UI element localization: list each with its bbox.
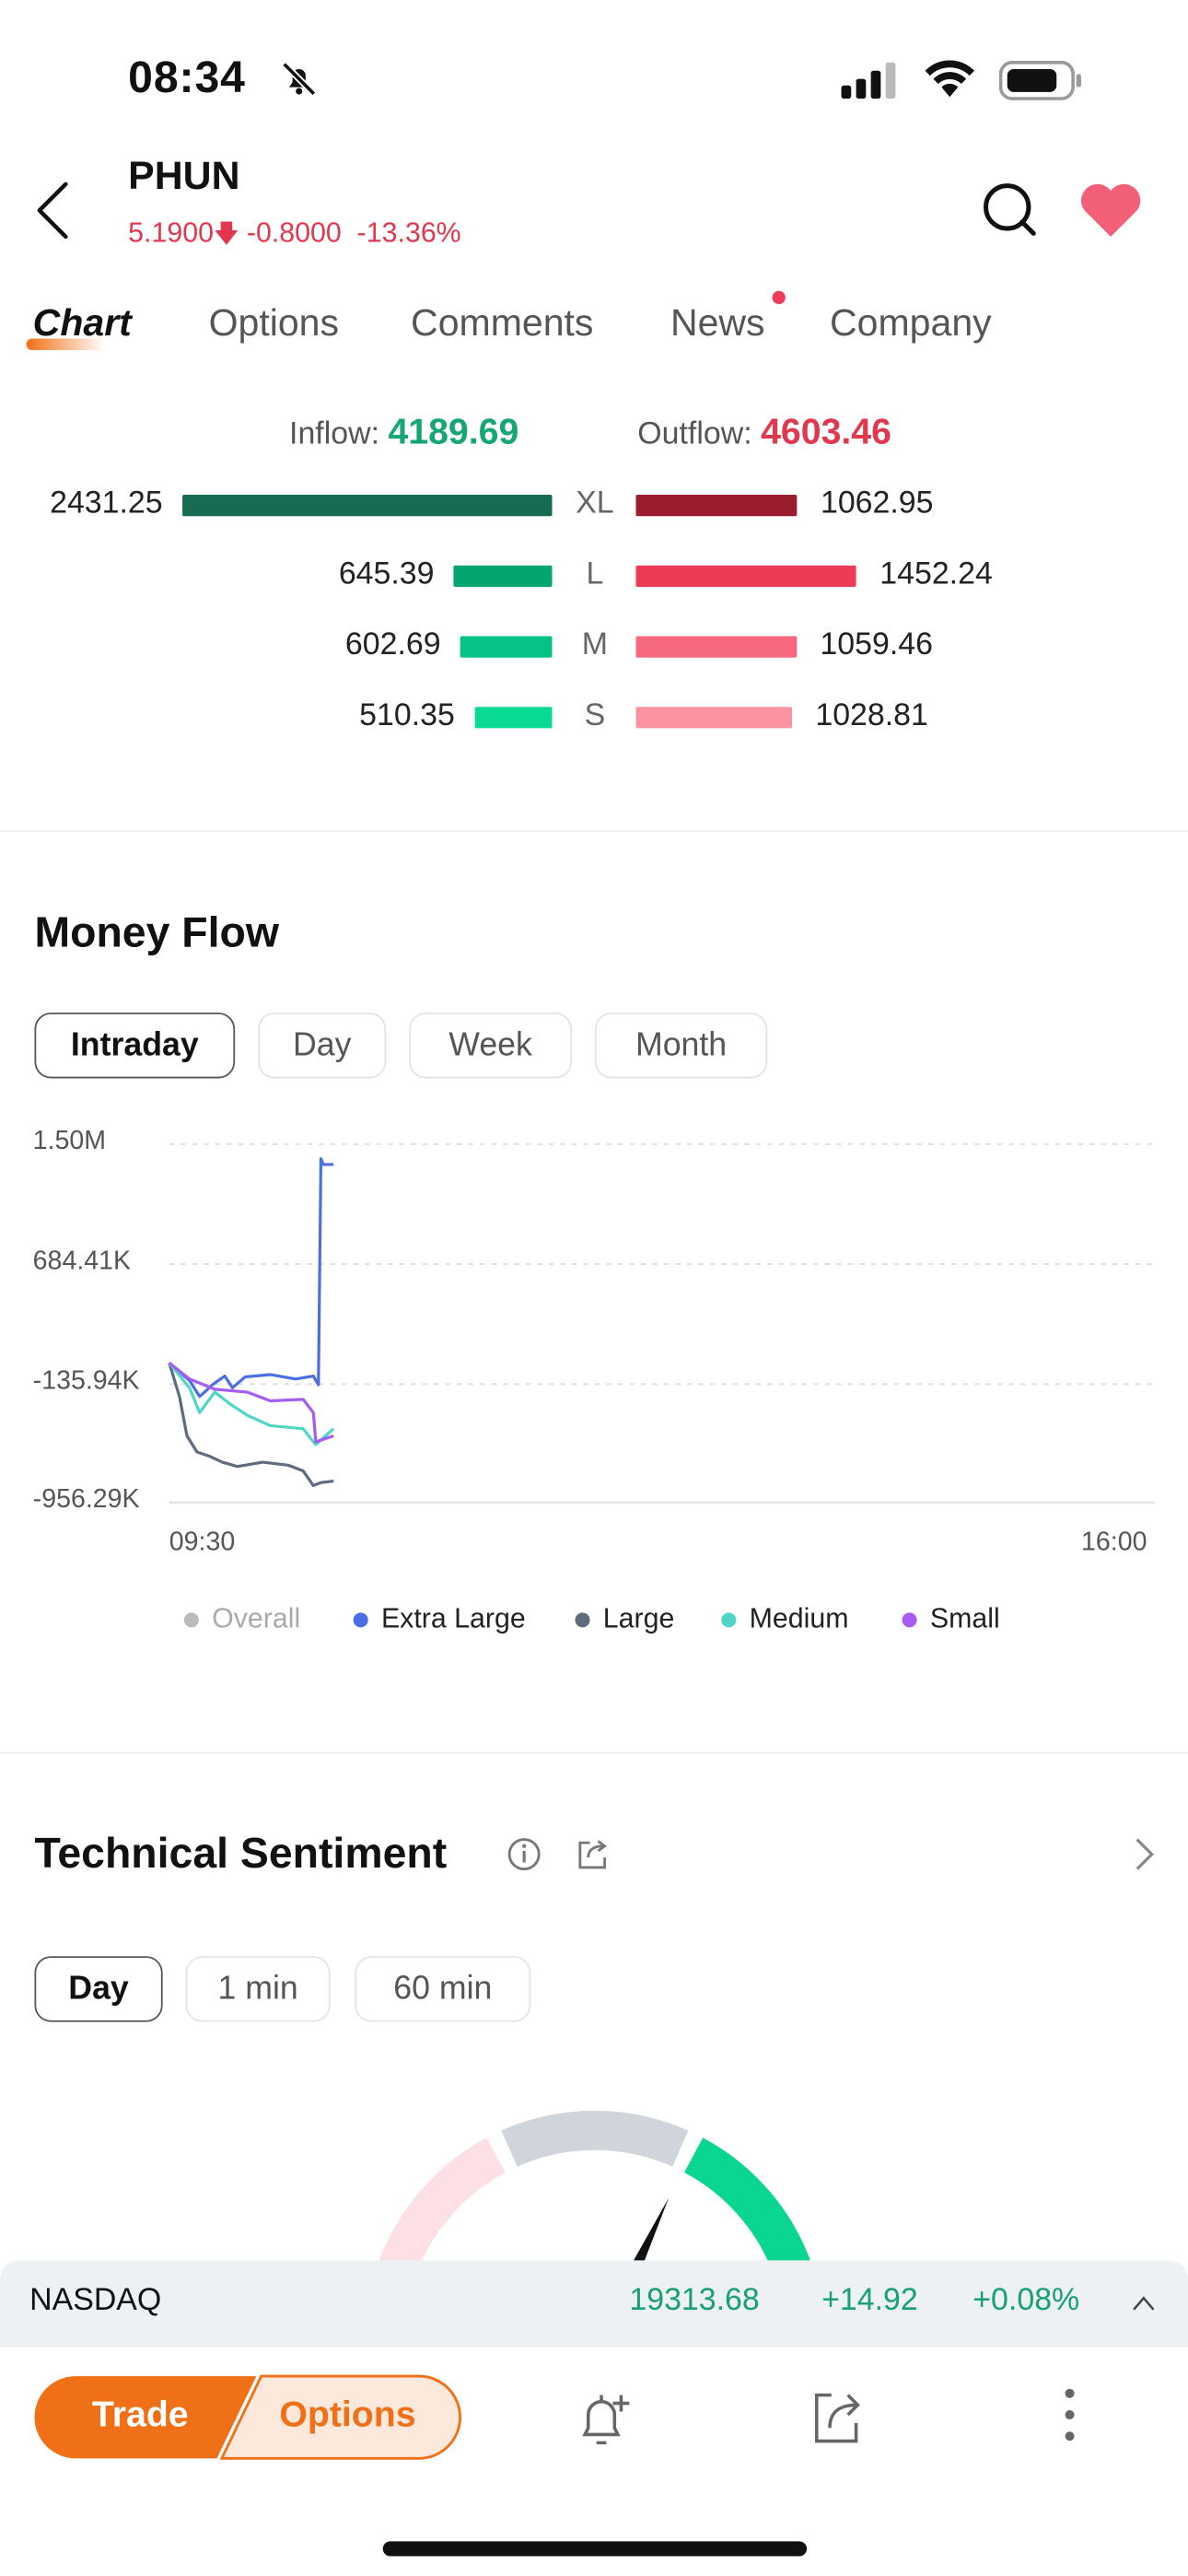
money-flow-chart — [168, 1142, 1156, 1505]
gauge-needle — [631, 2197, 670, 2269]
chevron-up-icon[interactable] — [1131, 2293, 1158, 2313]
section-divider — [0, 1751, 1188, 1754]
legend-small[interactable]: Small — [902, 1603, 1000, 1636]
index-name: NASDAQ — [29, 2283, 162, 2318]
index-value: 19313.68 — [629, 2283, 760, 2318]
x-tick-label: 16:00 — [1081, 1528, 1147, 1557]
sentiment-period-60min[interactable]: 60 min — [355, 1956, 531, 2022]
home-indicator — [382, 2541, 808, 2557]
gauge-segment — [376, 2137, 507, 2269]
share-icon[interactable] — [575, 1836, 611, 1872]
legend-medium[interactable]: Medium — [721, 1603, 848, 1636]
sentiment-period-day[interactable]: Day — [34, 1956, 163, 2022]
add-alert-bell-icon[interactable] — [577, 2387, 633, 2450]
chevron-right-icon[interactable] — [1132, 1836, 1159, 1872]
index-change: +14.92 — [821, 2283, 918, 2318]
series-line-extra-large — [168, 1157, 334, 1399]
technical-sentiment-title: Technical Sentiment — [34, 1828, 448, 1878]
legend-extra-large[interactable]: Extra Large — [353, 1603, 526, 1636]
legend-large[interactable]: Large — [575, 1603, 674, 1636]
options-button[interactable]: Options — [279, 2394, 415, 2436]
more-options-icon[interactable] — [1062, 2387, 1078, 2443]
sentiment-period-1min[interactable]: 1 min — [185, 1956, 331, 2022]
info-icon[interactable] — [507, 1836, 542, 1872]
gauge-segment — [501, 2110, 689, 2167]
index-change-pct: +0.08% — [973, 2283, 1080, 2318]
gauge-segment — [683, 2137, 814, 2269]
trade-button[interactable]: Trade — [92, 2394, 189, 2436]
x-tick-label: 09:30 — [169, 1528, 236, 1557]
sentiment-gauge — [376, 2110, 814, 2269]
share-icon[interactable] — [811, 2387, 868, 2446]
legend-overall[interactable]: Overall — [183, 1603, 300, 1636]
